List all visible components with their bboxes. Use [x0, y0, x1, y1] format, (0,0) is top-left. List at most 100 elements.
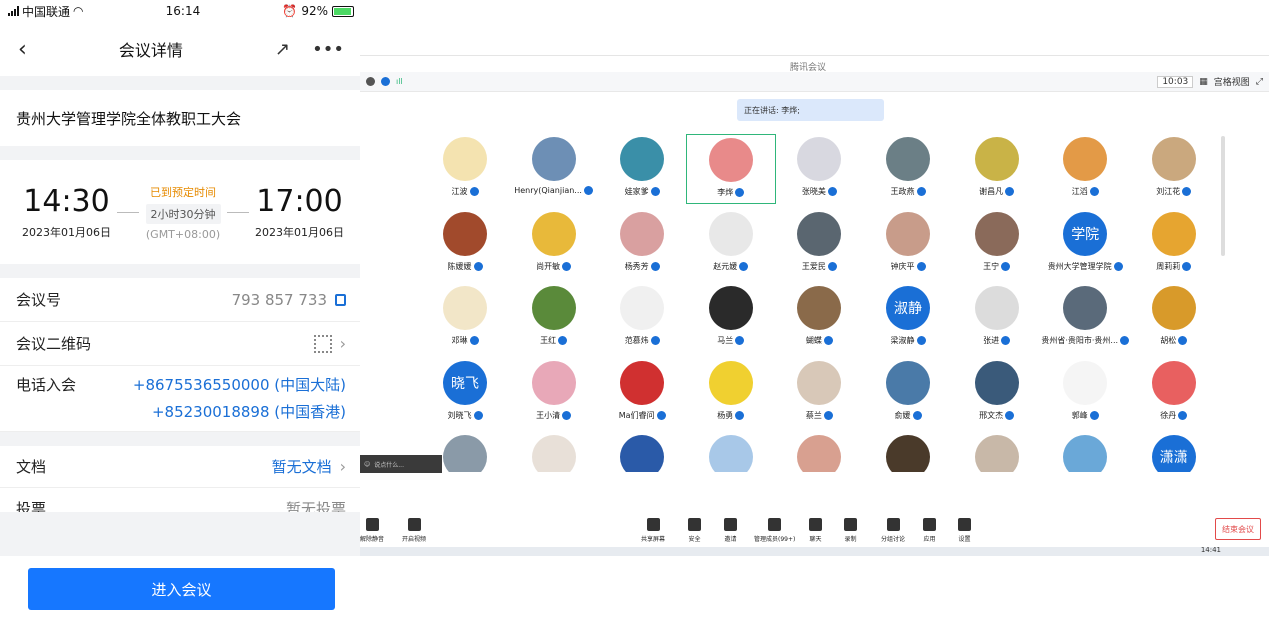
participant-tile[interactable]: 刘江花: [1129, 134, 1219, 204]
participant-tile[interactable]: 马兰: [686, 283, 776, 353]
participant-tile[interactable]: 江滔: [1040, 134, 1130, 204]
participant-tile[interactable]: 范慕炜: [597, 283, 687, 353]
participant-name: 邢文杰: [979, 410, 1015, 421]
join-meeting-button[interactable]: 进入会议: [28, 568, 335, 610]
grid-view-icon[interactable]: ▦: [1199, 77, 1208, 87]
participant-tile[interactable]: [597, 432, 687, 472]
toolbar-button[interactable]: 开启视频: [402, 518, 426, 543]
info-icon[interactable]: [366, 77, 375, 86]
avatar: [886, 211, 930, 256]
participant-tile[interactable]: [686, 432, 776, 472]
avatar: [443, 435, 487, 472]
copy-icon[interactable]: [335, 293, 346, 306]
fullscreen-icon[interactable]: ⤢: [1256, 77, 1263, 87]
participant-tile[interactable]: 王宁: [952, 209, 1042, 279]
grid-scrollbar[interactable]: [1221, 136, 1225, 256]
participant-tile[interactable]: 郭峰: [1040, 358, 1130, 428]
participant-tile[interactable]: [952, 432, 1042, 472]
participant-tile[interactable]: 王爱民: [774, 209, 864, 279]
participant-tile[interactable]: 邓琳: [420, 283, 510, 353]
more-icon[interactable]: •••: [312, 39, 344, 60]
participant-name: 王政燕: [891, 186, 926, 197]
participant-name-text: 王宁: [983, 261, 1000, 271]
view-mode-button[interactable]: 宫格视图: [1214, 75, 1250, 88]
participant-tile[interactable]: 贵州省·贵阳市·贵州...: [1040, 283, 1130, 353]
documents-value: 暂无文档: [271, 458, 332, 476]
avatar: [1063, 286, 1108, 330]
participant-tile[interactable]: 徐丹: [1129, 358, 1219, 428]
network-signal-icon[interactable]: ıll: [396, 77, 403, 86]
emoji-icon[interactable]: ☺: [364, 461, 370, 468]
participant-tile[interactable]: Henry(Qianjian...: [509, 134, 599, 204]
participant-name-text: 陈媛媛: [447, 261, 472, 271]
participant-tile[interactable]: 晓飞 刘晓飞: [420, 358, 510, 428]
toolbar-button[interactable]: 解除静音: [360, 518, 384, 543]
participant-tile[interactable]: 蝴蝶: [774, 283, 864, 353]
participant-name: 杨秀芳: [625, 261, 660, 272]
participant-name: 陈媛媛: [448, 261, 483, 272]
toolbar-button[interactable]: 聊天: [809, 518, 822, 543]
end-date: 2023年01月06日: [255, 226, 344, 239]
back-icon[interactable]: ‹: [18, 37, 27, 62]
participant-tile[interactable]: 淑静 梁淑静: [863, 283, 953, 353]
participant-tile[interactable]: 王小清: [509, 358, 599, 428]
toolbar-icon: [844, 518, 857, 531]
toolbar-button[interactable]: 管理成员(99+): [754, 518, 795, 543]
participant-tile[interactable]: 钟庆平: [863, 209, 953, 279]
participant-tile[interactable]: 谢昌凡: [952, 134, 1042, 204]
participant-tile[interactable]: [509, 432, 599, 472]
phone-number-mainland[interactable]: +8675536550000 (中国大陆): [133, 372, 346, 399]
phone-number-hongkong[interactable]: +85230018898 (中国香港): [133, 399, 346, 426]
participant-name-text: 王爱民: [801, 261, 826, 271]
toolbar-label: 管理成员(99+): [754, 536, 796, 543]
participant-tile[interactable]: Ma们睿问: [597, 358, 687, 428]
participant-tile[interactable]: 尚开敏: [509, 209, 599, 279]
participant-tile[interactable]: [1040, 432, 1130, 472]
qr-code-row[interactable]: 会议二维码 ›: [0, 322, 360, 366]
participant-tile[interactable]: 蔡兰: [774, 358, 864, 428]
participant-tile[interactable]: 娃家爹: [597, 134, 687, 204]
chat-input[interactable]: ☺ 说点什么...: [360, 455, 442, 473]
toolbar-icon: [646, 518, 660, 531]
participant-tile[interactable]: [774, 432, 864, 472]
avatar: [797, 286, 842, 330]
participant-tile[interactable]: 学院 贵州大学管理学院: [1040, 209, 1130, 279]
participant-tile[interactable]: 江波: [420, 134, 510, 204]
participant-tile[interactable]: 胡松: [1129, 283, 1219, 353]
toolbar-button[interactable]: 分组讨论: [881, 518, 905, 543]
toolbar-label: 解除静音: [360, 536, 385, 543]
toolbar-button[interactable]: 设置: [958, 518, 971, 543]
toolbar-button[interactable]: 应用: [923, 518, 936, 543]
avatar: [708, 360, 753, 405]
shield-icon[interactable]: [381, 77, 390, 86]
participant-tile[interactable]: 陈媛媛: [420, 209, 510, 279]
participant-tile[interactable]: 杨勇: [686, 358, 776, 428]
share-icon[interactable]: ↗: [275, 39, 290, 60]
toolbar-label: 邀请: [724, 536, 737, 543]
participant-tile[interactable]: 邢文杰: [952, 358, 1042, 428]
participant-tile[interactable]: 杨秀芳: [597, 209, 687, 279]
toolbar-button[interactable]: 录制: [844, 518, 857, 543]
participant-tile[interactable]: [863, 432, 953, 472]
avatar: [620, 137, 665, 181]
participant-tile[interactable]: 王政燕: [863, 134, 953, 204]
participant-tile[interactable]: 王红: [509, 283, 599, 353]
toolbar-button[interactable]: 共享屏幕: [641, 518, 665, 543]
toolbar-button[interactable]: 邀请: [724, 518, 737, 543]
participant-tile[interactable]: 张晓美: [774, 134, 864, 204]
participant-tile[interactable]: 赵元媛: [686, 209, 776, 279]
signal-icon: [8, 6, 19, 16]
mic-status-icon: [735, 410, 745, 420]
mic-status-icon: [469, 336, 479, 345]
toolbar-button[interactable]: 安全: [688, 518, 701, 543]
duration-badge: 2小时30分钟: [145, 203, 221, 224]
participant-tile[interactable]: 周莉莉: [1129, 209, 1219, 279]
status-time: 16:14: [165, 4, 201, 18]
participant-tile[interactable]: 李烨: [685, 134, 776, 204]
participant-tile[interactable]: 张进: [952, 283, 1042, 353]
participant-tile[interactable]: 潇潇: [1129, 432, 1219, 472]
participant-tile[interactable]: 俞媛: [863, 358, 953, 428]
meeting-id-row[interactable]: 会议号 793 857 733: [0, 278, 360, 322]
end-meeting-button[interactable]: 结束会议: [1215, 518, 1261, 540]
documents-row[interactable]: 文档 暂无文档 ›: [0, 446, 360, 488]
